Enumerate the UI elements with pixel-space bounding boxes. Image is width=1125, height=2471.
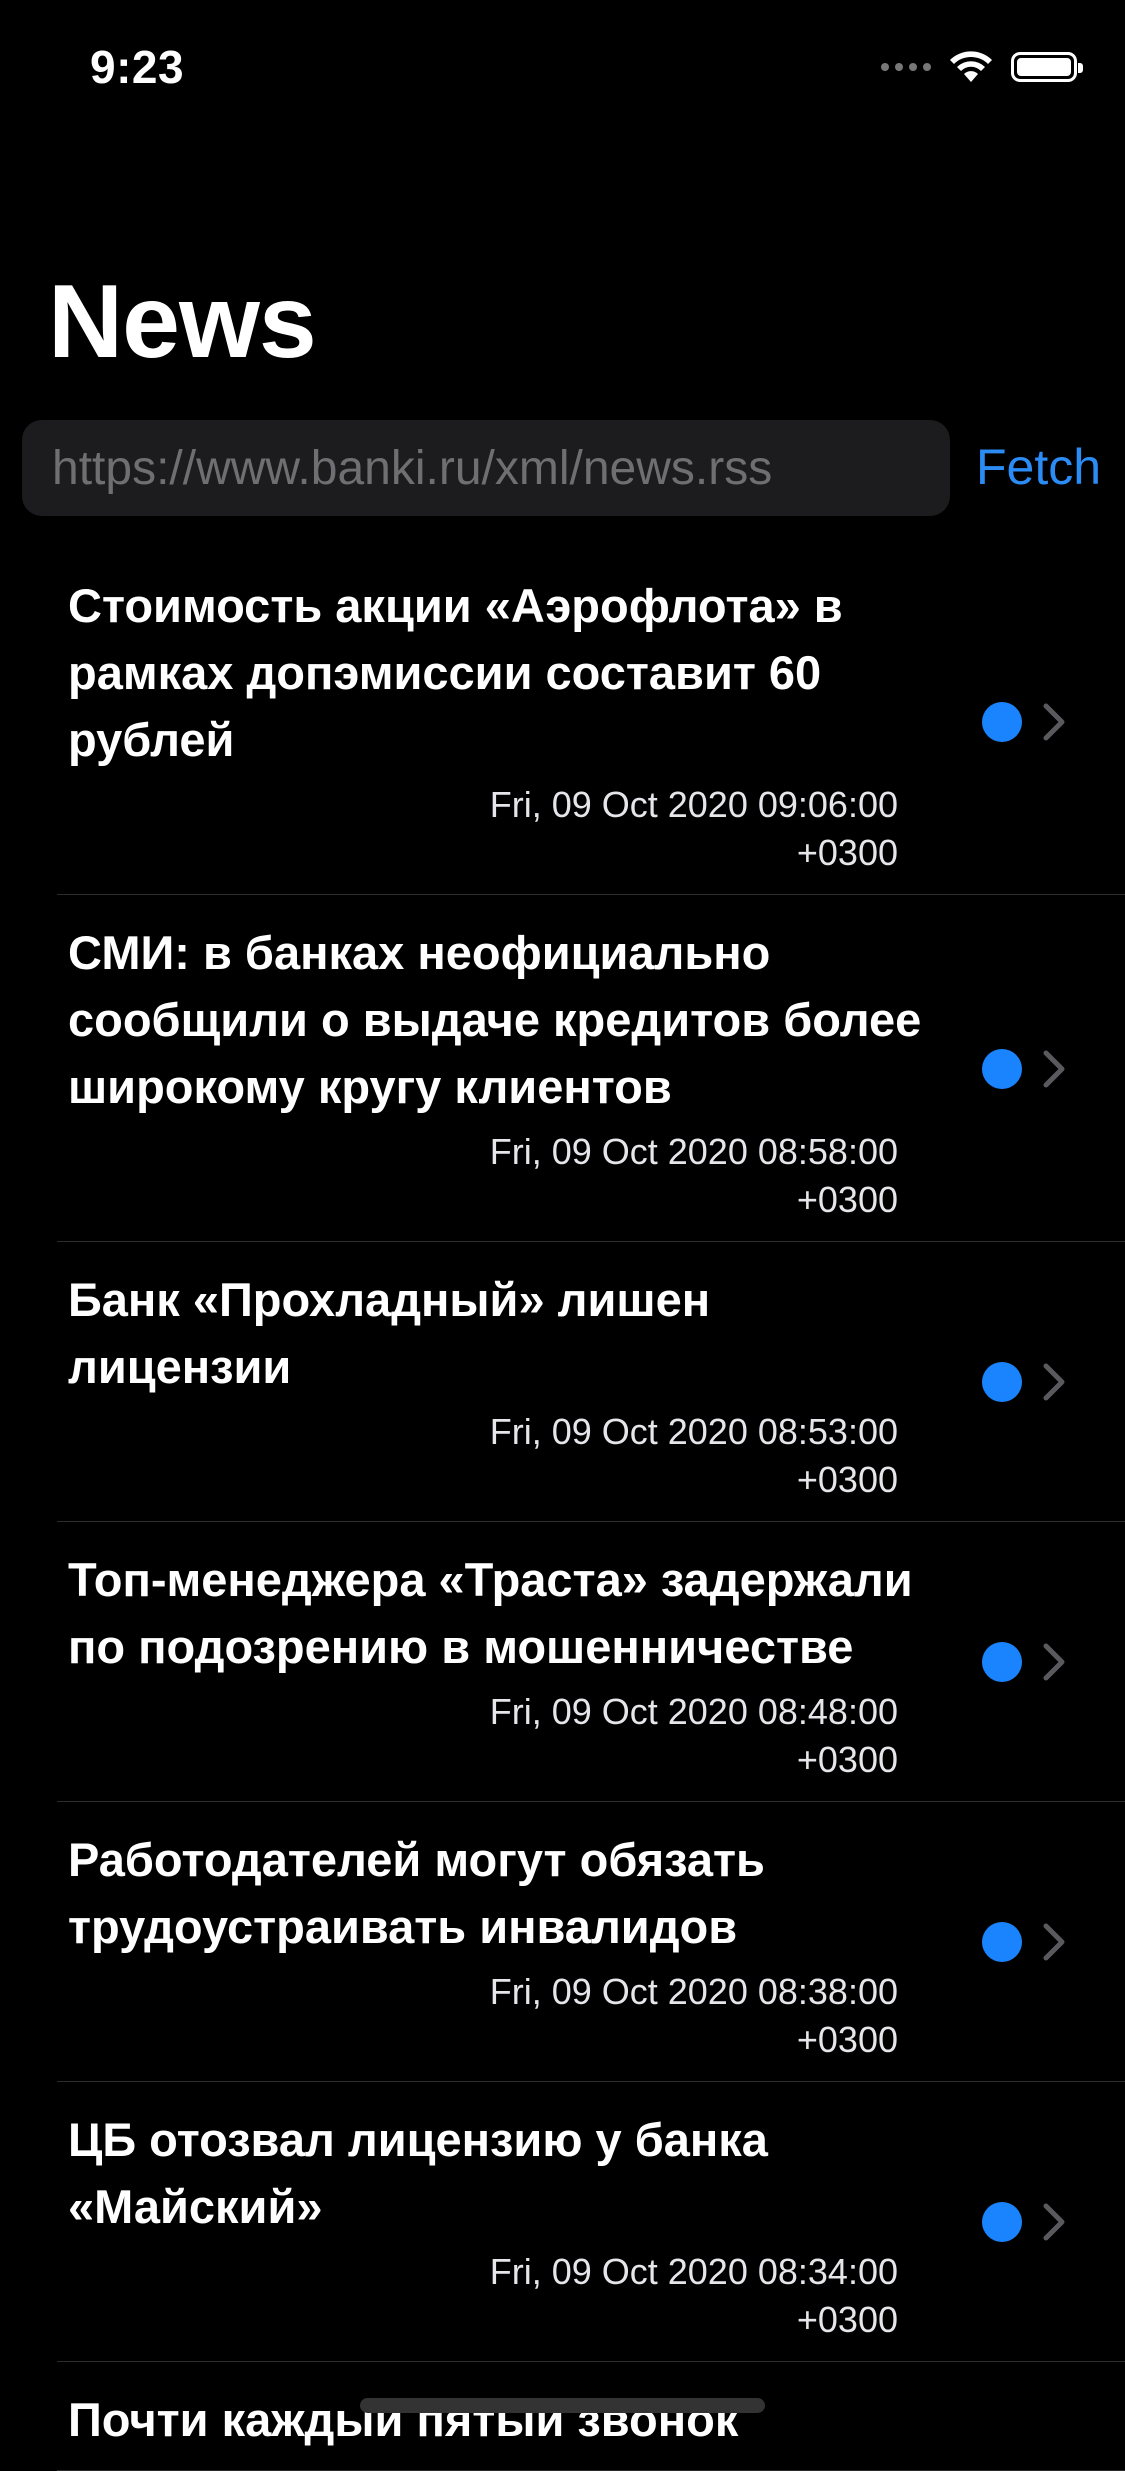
chevron-right-icon [1043, 1643, 1065, 1681]
chevron-right-icon [1043, 1363, 1065, 1401]
news-list: Стоимость акции «Аэрофлота» в рамках доп… [0, 548, 1125, 2471]
unread-dot-icon [982, 1922, 1022, 1962]
unread-dot-icon [982, 701, 1022, 742]
news-date-time: Fri, 09 Oct 2020 09:06:00 [489, 784, 898, 825]
news-date-time: Fri, 09 Oct 2020 08:34:00 [489, 2251, 898, 2292]
news-date-time: Fri, 09 Oct 2020 08:38:00 [489, 1971, 898, 2012]
news-date-timezone: +0300 [796, 1459, 898, 1500]
news-title: Банк «Прохладный» лишен лицензии [68, 1273, 711, 1393]
news-date-time: Fri, 09 Oct 2020 08:48:00 [489, 1691, 898, 1732]
unread-dot-icon [982, 1048, 1022, 1089]
news-date: Fri, 09 Oct 2020 08:53:00 +0300 [68, 1408, 898, 1504]
news-item[interactable]: Почти каждый пятый звонок [0, 2362, 1125, 2471]
chevron-right-icon [1043, 1923, 1065, 1961]
page-title: News [48, 264, 317, 380]
chevron-right-icon [1043, 703, 1065, 740]
news-title: СМИ: в банках неофициально сообщили о вы… [68, 926, 922, 1113]
news-title: Почти каждый пятый звонок [68, 2393, 739, 2446]
news-date-timezone: +0300 [796, 2299, 898, 2340]
news-title: Работодателей могут обязать трудоустраив… [68, 1833, 765, 1953]
news-title: ЦБ отозвал лицензию у банка «Майский» [68, 2113, 768, 2233]
cellular-signal-icon [881, 63, 931, 71]
status-icons [881, 50, 1083, 84]
news-date: Fri, 09 Oct 2020 08:58:00 +0300 [68, 1128, 898, 1224]
news-item[interactable]: Стоимость акции «Аэрофлота» в рамках доп… [0, 548, 1125, 895]
status-bar: 9:23 [0, 0, 1125, 132]
news-date: Fri, 09 Oct 2020 08:48:00 +0300 [68, 1688, 898, 1784]
chevron-right-icon [1043, 2203, 1065, 2241]
news-date: Fri, 09 Oct 2020 08:34:00 +0300 [68, 2248, 898, 2344]
chevron-right-icon [1043, 1050, 1065, 1087]
news-title: Стоимость акции «Аэрофлота» в рамках доп… [68, 579, 843, 766]
news-date-timezone: +0300 [796, 832, 898, 873]
fetch-button[interactable]: Fetch [976, 438, 1101, 496]
news-date-time: Fri, 09 Oct 2020 08:53:00 [489, 1411, 898, 1452]
news-date-timezone: +0300 [796, 1179, 898, 1220]
news-date-timezone: +0300 [796, 1739, 898, 1780]
unread-dot-icon [982, 1642, 1022, 1682]
status-time: 9:23 [90, 41, 185, 93]
news-item[interactable]: Банк «Прохладный» лишен лицензии Fri, 09 … [0, 1242, 1125, 1522]
news-date-time: Fri, 09 Oct 2020 08:58:00 [489, 1131, 898, 1172]
news-item[interactable]: Топ-менеджера «Траста» задержали по подо… [0, 1522, 1125, 1802]
news-item[interactable]: ЦБ отозвал лицензию у банка «Майский» Fri… [0, 2082, 1125, 2362]
battery-icon [1011, 52, 1083, 82]
unread-dot-icon [982, 1362, 1022, 1402]
news-item[interactable]: СМИ: в банках неофициально сообщили о вы… [0, 895, 1125, 1242]
news-item[interactable]: Работодателей могут обязать трудоустраив… [0, 1802, 1125, 2082]
wifi-icon [950, 51, 992, 82]
url-bar: Fetch [22, 420, 1112, 516]
unread-dot-icon [982, 2202, 1022, 2242]
home-indicator [360, 2398, 765, 2413]
news-date: Fri, 09 Oct 2020 09:06:00 +0300 [68, 781, 898, 877]
news-date-timezone: +0300 [796, 2019, 898, 2060]
news-date: Fri, 09 Oct 2020 08:38:00 +0300 [68, 1968, 898, 2064]
url-input[interactable] [22, 420, 950, 516]
news-title: Топ-менеджера «Траста» задержали по подо… [68, 1553, 913, 1673]
